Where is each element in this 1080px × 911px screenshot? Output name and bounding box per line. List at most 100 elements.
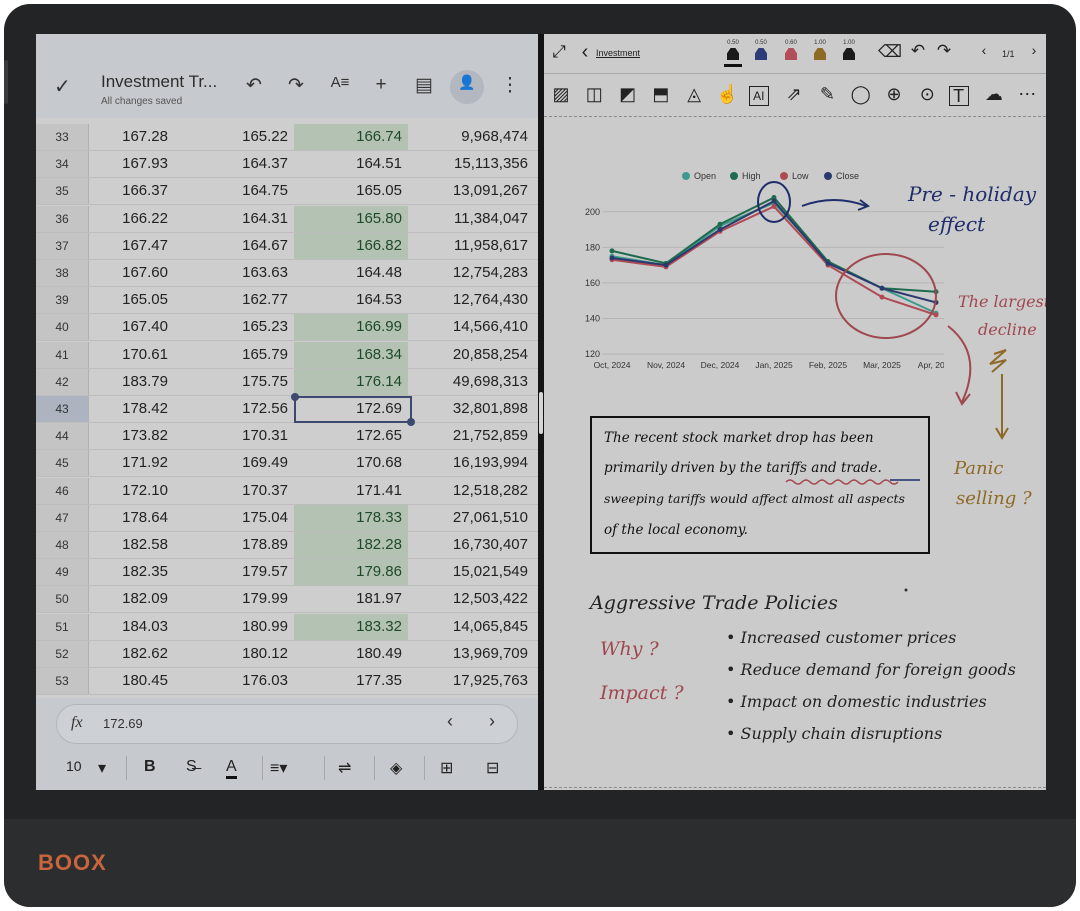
row-number[interactable]: 50	[36, 586, 89, 613]
row-number[interactable]: 45	[36, 450, 89, 477]
cell-low[interactable]: 176.03	[206, 668, 288, 694]
cell-volume[interactable]: 21,752,859	[428, 423, 528, 449]
formula-value[interactable]: 172.69	[103, 716, 143, 731]
cell-close[interactable]: 171.41	[294, 478, 408, 504]
font-size-value[interactable]: 10	[66, 758, 82, 774]
row-number[interactable]: 44	[36, 423, 89, 450]
cell-low[interactable]: 179.57	[206, 559, 288, 585]
wrap-button[interactable]: ⇌	[338, 758, 351, 778]
cell-low[interactable]: 169.49	[206, 450, 288, 476]
cell-low[interactable]: 179.99	[206, 586, 288, 612]
cell-low[interactable]: 163.63	[206, 260, 288, 286]
bold-button[interactable]: B	[144, 758, 156, 776]
cell-volume[interactable]: 12,503,422	[428, 586, 528, 612]
row-number[interactable]: 47	[36, 504, 89, 531]
cell-volume[interactable]: 16,193,994	[428, 450, 528, 476]
row-number[interactable]: 42	[36, 368, 89, 395]
cell-low[interactable]: 165.22	[206, 124, 288, 150]
cell-volume[interactable]: 17,925,763	[428, 668, 528, 694]
cell-volume[interactable]: 27,061,510	[428, 505, 528, 531]
cell-low[interactable]: 164.31	[206, 206, 288, 232]
row-number[interactable]: 37	[36, 232, 89, 259]
cell-close[interactable]: 170.68	[294, 450, 408, 476]
cell-volume[interactable]: 9,968,474	[428, 124, 528, 150]
cell-volume[interactable]: 14,566,410	[428, 314, 528, 340]
cell-close[interactable]: 180.49	[294, 641, 408, 667]
cell-open[interactable]: 182.09	[92, 586, 168, 612]
cell-low[interactable]: 164.75	[206, 178, 288, 204]
cell-volume[interactable]: 32,801,898	[428, 396, 528, 422]
row-number[interactable]: 41	[36, 341, 89, 368]
row-number[interactable]: 51	[36, 613, 89, 640]
cell-open[interactable]: 182.62	[92, 641, 168, 667]
cell-close[interactable]: 165.80	[294, 205, 408, 232]
split-drag-handle[interactable]	[539, 392, 543, 434]
cell-open[interactable]: 183.79	[92, 369, 168, 395]
fill-color-button[interactable]: ◈	[390, 758, 402, 778]
cell-open[interactable]: 167.40	[92, 314, 168, 340]
cell-low[interactable]: 165.23	[206, 314, 288, 340]
text-format-icon[interactable]: A≡	[328, 74, 352, 91]
power-button[interactable]	[4, 60, 8, 104]
cell-open[interactable]: 167.47	[92, 233, 168, 259]
selected-cell-outline[interactable]	[291, 393, 415, 426]
row-number[interactable]: 52	[36, 640, 89, 667]
row-number[interactable]: 35	[36, 178, 89, 205]
cell-open[interactable]: 182.58	[92, 532, 168, 558]
undo-icon[interactable]: ↶	[242, 74, 266, 97]
cell-close[interactable]: 164.53	[294, 287, 408, 313]
row-number[interactable]: 46	[36, 477, 89, 504]
strikethrough-button[interactable]: S̶	[186, 758, 197, 776]
cell-close[interactable]: 166.74	[294, 124, 408, 150]
cell-open[interactable]: 180.45	[92, 668, 168, 694]
cell-volume[interactable]: 13,091,267	[428, 178, 528, 204]
cell-open[interactable]: 171.92	[92, 450, 168, 476]
cell-close[interactable]: 179.86	[294, 559, 408, 586]
row-number[interactable]: 33	[36, 124, 89, 150]
cell-open[interactable]: 178.42	[92, 396, 168, 422]
font-size-dropdown-icon[interactable]: ▾	[98, 758, 106, 778]
row-number[interactable]: 38	[36, 260, 89, 286]
cell-close[interactable]: 165.05	[294, 178, 408, 204]
row-number[interactable]: 48	[36, 532, 89, 558]
cell-volume[interactable]: 16,730,407	[428, 532, 528, 558]
document-title[interactable]: Investment Tr...	[101, 72, 217, 92]
add-icon[interactable]: +	[369, 74, 393, 96]
cell-close[interactable]: 164.48	[294, 260, 408, 286]
cell-volume[interactable]: 12,518,282	[428, 478, 528, 504]
cell-volume[interactable]: 12,754,283	[428, 260, 528, 286]
cell-open[interactable]: 167.93	[92, 151, 168, 177]
cell-close[interactable]: 176.14	[294, 368, 408, 395]
cell-volume[interactable]: 49,698,313	[428, 369, 528, 395]
cell-open[interactable]: 167.60	[92, 260, 168, 286]
cell-close[interactable]: 182.28	[294, 532, 408, 558]
cell-open[interactable]: 184.03	[92, 614, 168, 640]
text-color-button[interactable]: A	[226, 758, 237, 779]
cell-volume[interactable]: 11,384,047	[428, 206, 528, 232]
row-number[interactable]: 43	[36, 396, 89, 422]
formula-bar[interactable]: fx 172.69 ‹ ›	[56, 704, 518, 744]
share-icon[interactable]: 👤	[455, 74, 479, 91]
redo-icon[interactable]: ↷	[284, 74, 308, 97]
cell-open[interactable]: 178.64	[92, 505, 168, 531]
cell-open[interactable]: 166.22	[92, 206, 168, 232]
cell-volume[interactable]: 12,764,430	[428, 287, 528, 313]
cell-volume[interactable]: 15,021,549	[428, 559, 528, 585]
text-box-note[interactable]: The recent stock market drop has been pr…	[590, 416, 930, 554]
cell-volume[interactable]: 14,065,845	[428, 614, 528, 640]
cell-low[interactable]: 175.75	[206, 369, 288, 395]
cell-open[interactable]: 165.05	[92, 287, 168, 313]
cell-volume[interactable]: 20,858,254	[428, 342, 528, 368]
cell-close[interactable]: 177.35	[294, 668, 408, 694]
prev-cell-icon[interactable]: ‹	[447, 711, 453, 732]
cell-volume[interactable]: 11,958,617	[428, 233, 528, 259]
selection-handle-start[interactable]	[291, 393, 299, 401]
cell-close[interactable]: 166.82	[294, 232, 408, 259]
cell-close[interactable]: 181.97	[294, 586, 408, 612]
cell-open[interactable]: 173.82	[92, 423, 168, 449]
done-check-icon[interactable]: ✓	[54, 74, 71, 99]
row-number[interactable]: 36	[36, 205, 89, 232]
comment-icon[interactable]: ▤	[412, 74, 436, 97]
insert-column-button[interactable]: ⊟	[486, 758, 499, 778]
cell-open[interactable]: 166.37	[92, 178, 168, 204]
